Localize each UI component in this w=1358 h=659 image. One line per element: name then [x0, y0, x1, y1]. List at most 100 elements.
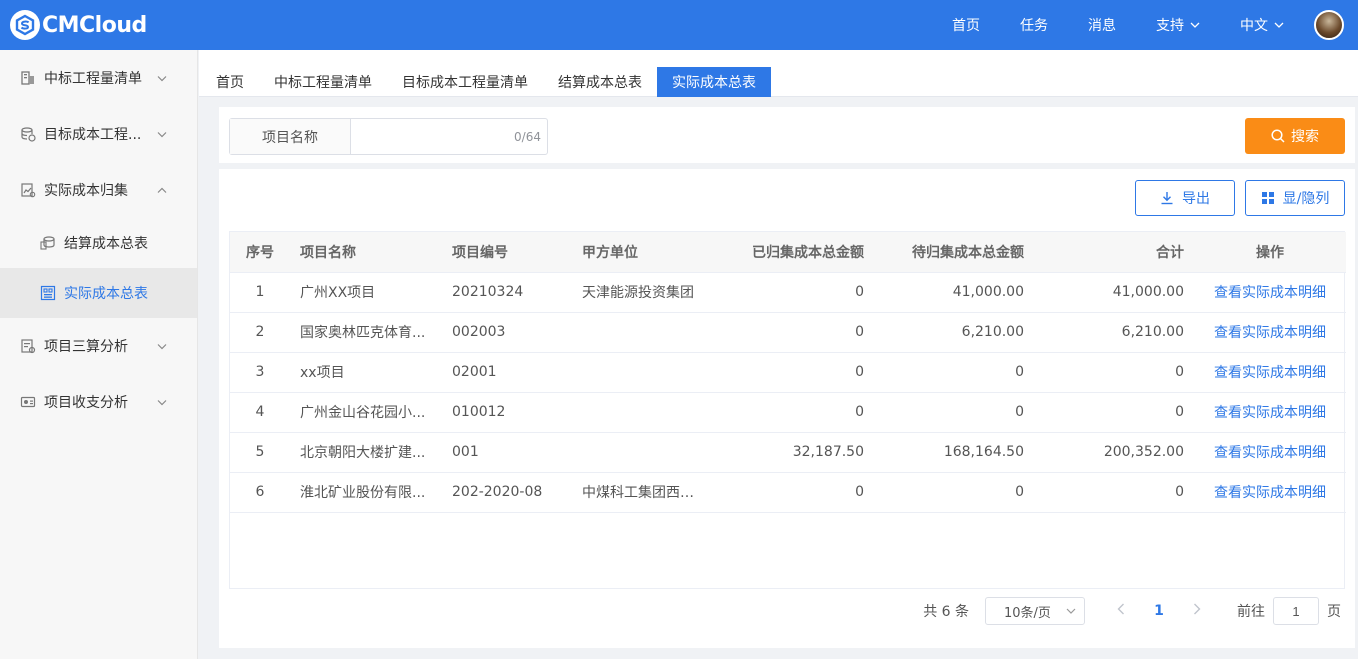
export-button-label: 导出 — [1182, 191, 1210, 207]
tab-settlement-summary[interactable]: 结算成本总表 — [543, 67, 657, 97]
cell-project-name: 淮北矿业股份有限... — [290, 472, 442, 513]
sidebar-subitem-settlement-summary[interactable]: 结算成本总表 — [0, 218, 197, 268]
table-row: 5 北京朝阳大楼扩建... 001 32,187.50 168,164.50 2… — [230, 432, 1346, 473]
wallet-icon — [20, 396, 36, 408]
sidebar-item-bid-bill[interactable]: 中标工程量清单 — [0, 50, 197, 106]
nav-language-label: 中文 — [1240, 18, 1268, 34]
cell-client: 天津能源投资集团 — [572, 272, 712, 313]
column-header: 项目编号 — [442, 232, 572, 273]
search-button[interactable]: 搜索 — [1245, 118, 1345, 154]
cost-table: 序号 项目名称 项目编号 甲方单位 已归集成本总金额 待归集成本总金额 合计 操… — [229, 231, 1346, 589]
char-count: 0/64 — [514, 129, 541, 144]
logo-mark-icon — [10, 10, 40, 40]
chevron-down-icon — [157, 128, 167, 141]
sidebar: 中标工程量清单 目标成本工程... 实际成本归集 结算成本总表 实际成本总表 项… — [0, 50, 198, 659]
cell-collected: 0 — [712, 392, 874, 433]
chevron-down-icon — [157, 396, 167, 409]
document-chart-icon — [21, 183, 36, 198]
cell-total: 6,210.00 — [1034, 312, 1194, 353]
cell-project-code: 002003 — [442, 312, 572, 353]
cell-no: 4 — [230, 392, 290, 433]
cell-project-name: xx项目 — [290, 352, 442, 393]
table-row: 4 广州金山谷花园小... 010012 0 0 0 查看实际成本明细 — [230, 392, 1346, 433]
view-detail-link[interactable]: 查看实际成本明细 — [1194, 352, 1346, 393]
cell-total: 41,000.00 — [1034, 272, 1194, 313]
column-header: 已归集成本总金额 — [712, 232, 874, 273]
view-detail-link[interactable]: 查看实际成本明细 — [1194, 432, 1346, 473]
sidebar-item-actual-cost-collection[interactable]: 实际成本归集 — [0, 162, 197, 218]
cell-pending: 6,210.00 — [874, 312, 1034, 353]
cell-total: 0 — [1034, 392, 1194, 433]
cell-project-code: 02001 — [442, 352, 572, 393]
building-icon — [21, 71, 34, 85]
cell-project-name: 国家奥林匹克体育... — [290, 312, 442, 353]
tab-target-cost-bill[interactable]: 目标成本工程量清单 — [387, 67, 543, 97]
cell-pending: 0 — [874, 352, 1034, 393]
project-name-field: 项目名称 0/64 — [229, 118, 548, 155]
goto-page-input[interactable] — [1273, 597, 1319, 625]
cell-collected: 0 — [712, 272, 874, 313]
next-page-icon[interactable] — [1183, 603, 1211, 619]
export-button[interactable]: 导出 — [1135, 180, 1235, 216]
app-title: CMCloud — [42, 12, 147, 38]
cell-total: 200,352.00 — [1034, 432, 1194, 473]
column-header: 待归集成本总金额 — [874, 232, 1034, 273]
nav-messages[interactable]: 消息 — [1088, 15, 1116, 35]
sidebar-item-label: 项目三算分析 — [44, 339, 128, 355]
chevron-up-icon — [157, 184, 167, 197]
top-header: CMCloud 首页 任务 消息 支持 中文 — [0, 0, 1358, 50]
sidebar-subitem-actual-cost-summary[interactable]: 实际成本总表 — [0, 268, 197, 318]
goto-label: 前往 — [1237, 604, 1265, 620]
search-icon — [1271, 129, 1285, 143]
sidebar-item-label: 实际成本归集 — [44, 183, 128, 199]
cell-client — [572, 392, 712, 433]
nav-support-label: 支持 — [1156, 18, 1184, 34]
toggle-columns-button[interactable]: 显/隐列 — [1245, 180, 1345, 216]
search-input-wrap: 0/64 — [351, 119, 547, 154]
tab-home[interactable]: 首页 — [201, 67, 259, 97]
page-size-select[interactable]: 10条/页 — [985, 597, 1085, 625]
prev-page-icon[interactable] — [1107, 603, 1135, 619]
cell-collected: 0 — [712, 472, 874, 513]
chevron-down-icon — [157, 340, 167, 353]
cell-project-code: 20210324 — [442, 272, 572, 313]
cell-project-name: 广州金山谷花园小... — [290, 392, 442, 433]
download-icon — [1161, 192, 1173, 205]
table-header-row: 序号 项目名称 项目编号 甲方单位 已归集成本总金额 待归集成本总金额 合计 操… — [230, 232, 1346, 273]
nav-language[interactable]: 中文 — [1240, 15, 1284, 35]
cell-pending: 168,164.50 — [874, 432, 1034, 473]
page-suffix: 页 — [1327, 604, 1341, 620]
cell-client — [572, 352, 712, 393]
nav-support[interactable]: 支持 — [1156, 15, 1200, 35]
view-detail-link[interactable]: 查看实际成本明细 — [1194, 472, 1346, 513]
view-detail-link[interactable]: 查看实际成本明细 — [1194, 312, 1346, 353]
chevron-down-icon — [157, 72, 167, 85]
nav-tasks[interactable]: 任务 — [1020, 15, 1048, 35]
view-detail-link[interactable]: 查看实际成本明细 — [1194, 392, 1346, 433]
grid-report-icon — [40, 285, 56, 301]
cell-client: 中煤科工集团西安... — [572, 472, 712, 513]
table-row: 6 淮北矿业股份有限... 202-2020-08 中煤科工集团西安... 0 … — [230, 472, 1346, 513]
table-row: 2 国家奥林匹克体育... 002003 0 6,210.00 6,210.00… — [230, 312, 1346, 353]
view-detail-link[interactable]: 查看实际成本明细 — [1194, 272, 1346, 313]
user-avatar[interactable] — [1314, 10, 1344, 40]
nav-home[interactable]: 首页 — [952, 15, 980, 35]
column-header: 项目名称 — [290, 232, 442, 273]
app-logo[interactable]: CMCloud — [10, 10, 147, 40]
page-number-current[interactable]: 1 — [1145, 603, 1173, 619]
cell-client — [572, 312, 712, 353]
sidebar-item-three-calc-analysis[interactable]: 项目三算分析 — [0, 318, 197, 374]
tab-bid-bill[interactable]: 中标工程量清单 — [259, 67, 387, 97]
page-tabs: 首页 中标工程量清单 目标成本工程量清单 结算成本总表 实际成本总表 — [199, 50, 1358, 97]
cell-collected: 32,187.50 — [712, 432, 874, 473]
tab-actual-cost-summary[interactable]: 实际成本总表 — [657, 67, 771, 97]
cell-collected: 0 — [712, 352, 874, 393]
cell-project-code: 001 — [442, 432, 572, 473]
cell-no: 6 — [230, 472, 290, 513]
cell-no: 1 — [230, 272, 290, 313]
sidebar-item-target-cost[interactable]: 目标成本工程... — [0, 106, 197, 162]
cell-collected: 0 — [712, 312, 874, 353]
sidebar-item-income-expense-analysis[interactable]: 项目收支分析 — [0, 374, 197, 430]
cell-pending: 0 — [874, 472, 1034, 513]
table-row: 3 xx项目 02001 0 0 0 查看实际成本明细 — [230, 352, 1346, 393]
